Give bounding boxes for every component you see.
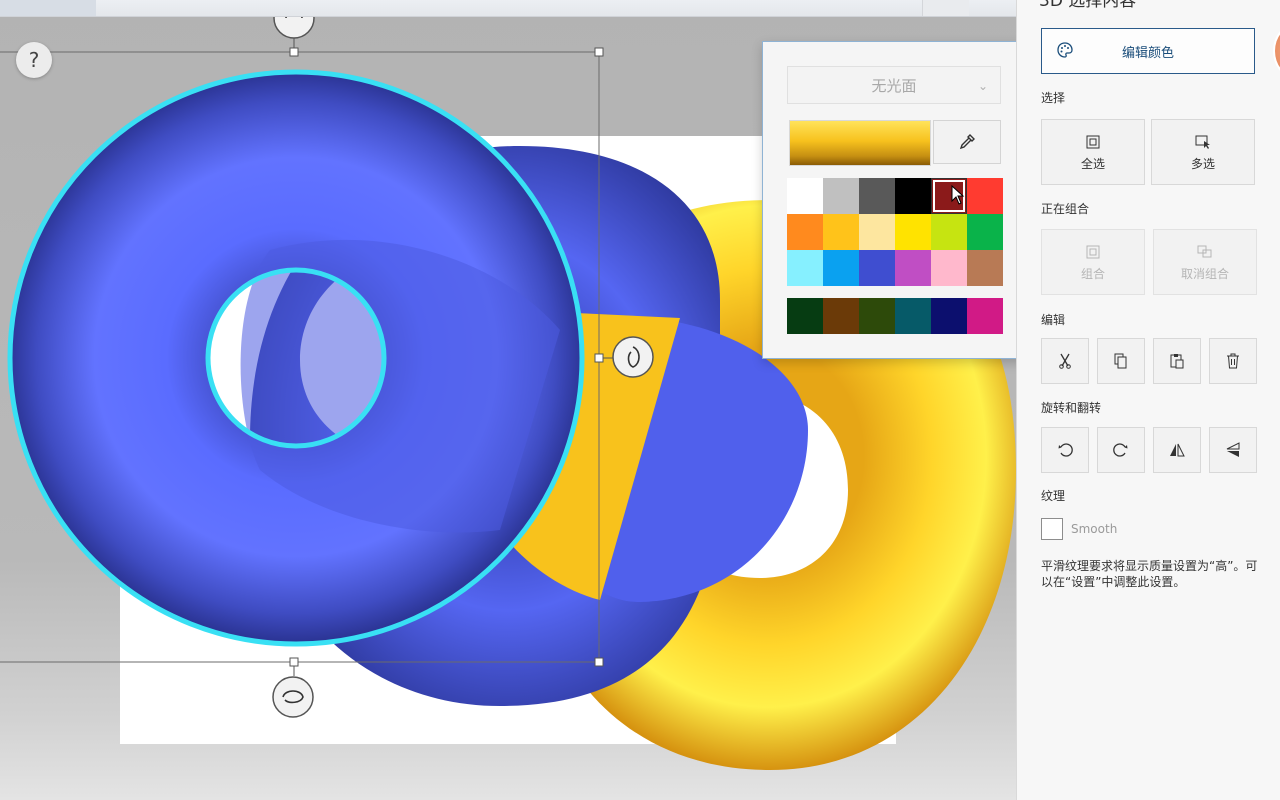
multi-select-icon [1195,133,1211,151]
group-icon [1086,243,1100,261]
group-label: 组合 [1080,266,1105,281]
cut-button[interactable] [1041,338,1089,384]
help-button[interactable]: ? [16,42,52,78]
color-swatch[interactable] [931,250,967,286]
custom-color-swatch[interactable] [931,298,967,334]
color-swatch[interactable] [823,250,859,286]
color-swatch[interactable] [967,250,1003,286]
finish-dropdown-value: 无光面 [871,77,917,95]
section-select-label: 选择 [1041,91,1066,105]
section-group-label: 正在组合 [1041,202,1090,216]
color-swatch[interactable] [895,178,931,214]
custom-color-swatch[interactable] [859,298,895,334]
ungroup-icon [1197,243,1213,261]
custom-color-swatch[interactable] [895,298,931,334]
edit-color-label: 编辑颜色 [1121,45,1174,61]
canvas-viewport[interactable]: ? 无光面 ⌄ [0,0,1016,800]
ungroup-button[interactable]: 取消组合 [1153,229,1257,295]
select-all-button[interactable]: 全选 [1041,119,1145,185]
custom-color-swatch[interactable] [787,298,823,334]
edit-color-button[interactable]: 编辑颜色 [1041,28,1255,74]
panel-title: 3D 选择内容 [1039,0,1137,11]
custom-color-swatch[interactable] [967,298,1003,334]
paste-button[interactable] [1153,338,1201,384]
group-button[interactable]: 组合 [1041,229,1145,295]
flip-horizontal-icon [1170,443,1185,457]
copy-icon [1114,353,1127,369]
ungroup-label: 取消组合 [1180,266,1229,281]
color-swatch[interactable] [895,250,931,286]
flip-vertical-button[interactable] [1209,427,1257,473]
current-color-swatch[interactable] [789,120,931,166]
color-swatch[interactable] [931,214,967,250]
trash-icon [1227,353,1239,369]
copy-button[interactable] [1097,338,1145,384]
palette-icon [1056,41,1074,63]
delete-button[interactable] [1209,338,1257,384]
multi-select-label: 多选 [1190,156,1215,171]
mouse-cursor-icon [951,185,965,205]
select-all-icon [1086,133,1100,151]
flip-horizontal-button[interactable] [1153,427,1201,473]
texture-note: 平滑纹理要求将显示质量设置为“高”。可以在“设置”中调整此设置。 [1041,559,1258,589]
color-swatch[interactable] [859,250,895,286]
multi-select-button[interactable]: 多选 [1151,119,1255,185]
question-icon: ? [28,48,40,72]
section-texture-label: 纹理 [1041,489,1066,503]
rotate-right-icon [1113,443,1128,457]
avatar[interactable] [1273,24,1280,78]
smooth-checkbox[interactable] [1041,518,1063,540]
color-swatch[interactable] [787,178,823,214]
rotate-right-button[interactable] [1097,427,1145,473]
color-palette [787,178,1003,286]
color-swatch[interactable] [967,214,1003,250]
properties-panel: 3D 选择内容 编辑颜色 选择 全选 多选 正在组合 组合 取消组合 编辑 旋转… [1016,0,1280,800]
rotate-left-button[interactable] [1041,427,1089,473]
section-edit-label: 编辑 [1041,313,1066,327]
finish-dropdown[interactable]: 无光面 ⌄ [787,66,1001,104]
section-rotate-label: 旋转和翻转 [1041,401,1102,415]
custom-color-palette [787,298,1003,334]
toolbar-segment [922,0,969,16]
cut-icon [1059,353,1071,369]
custom-color-swatch[interactable] [823,298,859,334]
color-swatch[interactable] [823,214,859,250]
color-swatch[interactable] [895,214,931,250]
color-swatch[interactable] [823,178,859,214]
toolbar-strip [0,0,1016,17]
select-all-label: 全选 [1080,156,1105,171]
smooth-label: Smooth [1071,522,1118,536]
eyedropper-button[interactable] [933,120,1001,164]
flip-vertical-icon [1226,442,1240,457]
color-swatch[interactable] [859,214,895,250]
color-swatch[interactable] [787,250,823,286]
chevron-down-icon: ⌄ [977,79,988,93]
color-picker-flyout: 无光面 ⌄ [762,41,1016,359]
color-swatch[interactable] [787,214,823,250]
rotate-left-icon [1058,443,1073,457]
color-swatch[interactable] [967,178,1003,214]
eyedropper-icon [959,134,975,150]
color-swatch[interactable] [859,178,895,214]
toolbar-segment [0,0,96,16]
paste-icon [1170,354,1184,369]
